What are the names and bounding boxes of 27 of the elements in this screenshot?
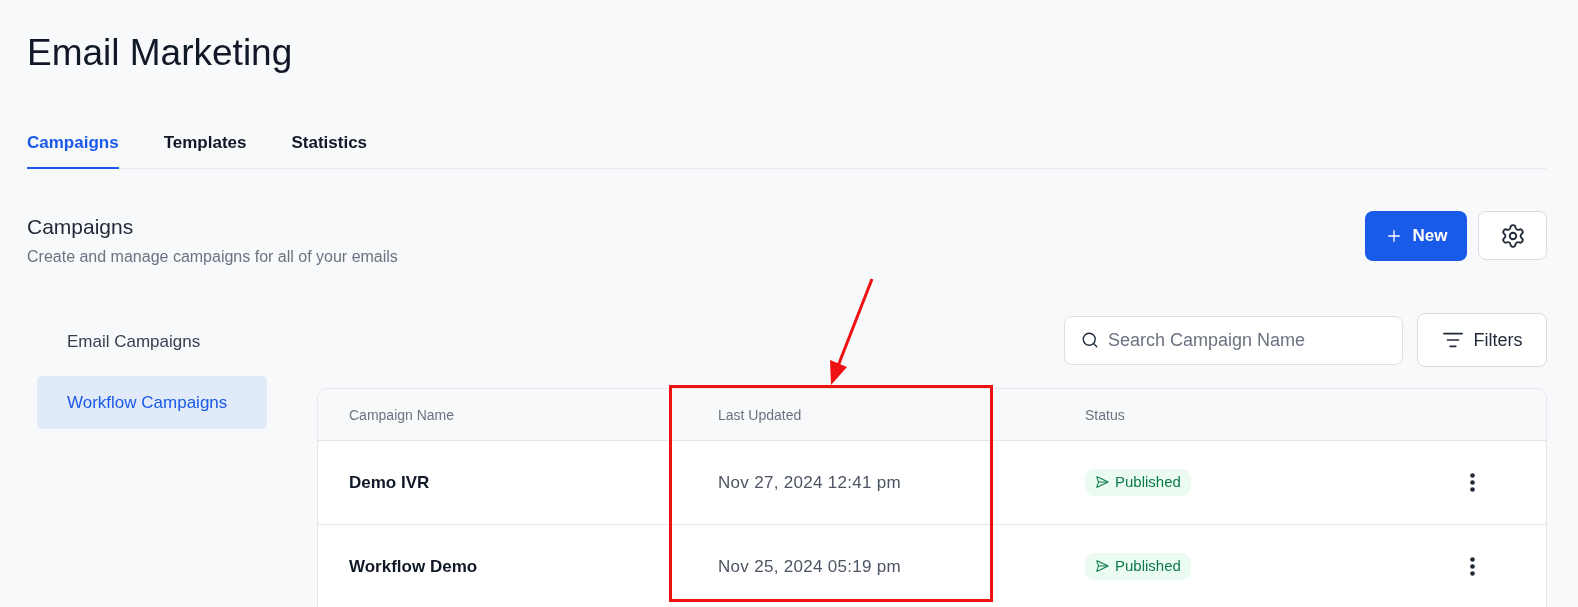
column-header: Status bbox=[1085, 406, 1125, 423]
column-header: Last Updated bbox=[718, 406, 802, 423]
tab[interactable]: Campaigns bbox=[27, 131, 119, 169]
sidebar-item[interactable]: Email Campaigns bbox=[37, 315, 267, 368]
search-field[interactable]: Search Campaign Name bbox=[1064, 315, 1403, 365]
filters-button[interactable]: Filters bbox=[1417, 313, 1547, 367]
campaign-name: Demo IVR bbox=[349, 472, 430, 492]
campaign-name: Workflow Demo bbox=[349, 556, 478, 576]
column-header: Campaign Name bbox=[349, 406, 455, 423]
send-icon bbox=[1095, 475, 1109, 490]
settings-icon bbox=[1499, 222, 1526, 249]
search-icon bbox=[1081, 330, 1099, 349]
more-options-icon bbox=[1469, 557, 1475, 576]
status-badge: Published bbox=[1085, 468, 1191, 496]
more-options-icon bbox=[1469, 473, 1475, 492]
last-updated-date: Nov 27, 2024 12:41 pm bbox=[718, 472, 902, 492]
last-updated-date: Nov 25, 2024 05:19 pm bbox=[718, 556, 902, 576]
page-title: Email Marketing bbox=[27, 31, 293, 75]
section-title: Campaigns bbox=[27, 214, 134, 240]
tab[interactable]: Templates bbox=[163, 131, 247, 169]
send-icon bbox=[1095, 559, 1109, 574]
new-button[interactable]: New bbox=[1365, 211, 1467, 261]
section-subtitle: Create and manage campaigns for all of your emails bbox=[27, 247, 398, 267]
tab[interactable]: Statistics bbox=[291, 131, 368, 169]
sidebar-item[interactable]: Workflow Campaigns bbox=[37, 376, 267, 429]
status-badge: Published bbox=[1085, 552, 1191, 580]
settings-button[interactable] bbox=[1478, 211, 1547, 260]
